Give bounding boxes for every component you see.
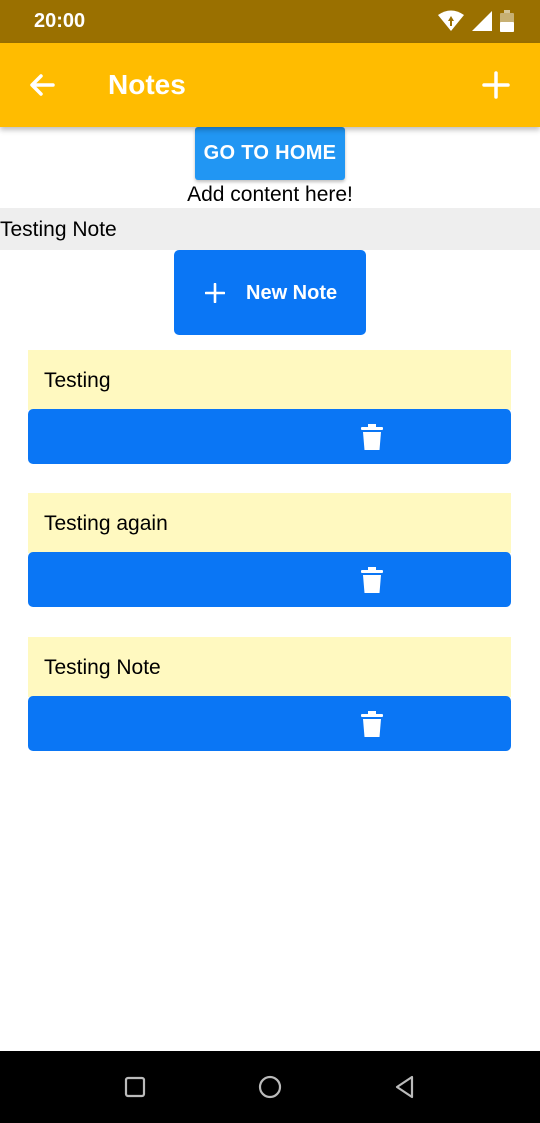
delete-note-button[interactable]: [28, 552, 511, 607]
note-body[interactable]: Testing again: [28, 493, 511, 553]
note-text: Testing: [44, 369, 111, 392]
note-text: Testing Note: [44, 656, 161, 679]
arrow-back-icon[interactable]: [26, 69, 58, 101]
delete-note-button[interactable]: [28, 409, 511, 464]
trash-icon: [361, 711, 383, 737]
wifi-icon: [438, 10, 464, 31]
status-time: 20:00: [34, 10, 86, 32]
trash-icon: [361, 567, 383, 593]
delete-note-button[interactable]: [28, 696, 511, 751]
trash-icon: [361, 424, 383, 450]
plus-icon: [205, 283, 225, 303]
home-icon[interactable]: [256, 1073, 284, 1101]
new-note-button[interactable]: New Note: [174, 250, 366, 335]
note-text: Testing again: [44, 512, 168, 535]
battery-icon: [500, 10, 514, 32]
back-icon[interactable]: [391, 1073, 419, 1101]
add-icon[interactable]: [480, 69, 512, 101]
go-to-home-button[interactable]: GO TO HOME: [195, 127, 345, 180]
content-hint: Add content here!: [187, 183, 353, 206]
note-body[interactable]: Testing Note: [28, 637, 511, 697]
note-card[interactable]: Testing: [28, 350, 511, 464]
recent-apps-icon[interactable]: [121, 1073, 149, 1101]
page-title: Notes: [108, 69, 186, 100]
note-banner-text: Testing Note: [0, 218, 117, 241]
note-card[interactable]: Testing again: [28, 493, 511, 607]
note-banner: Testing Note: [0, 208, 540, 250]
system-nav-bar: [0, 1051, 540, 1123]
app-bar: Notes: [0, 43, 540, 127]
signal-icon: [472, 11, 492, 31]
note-body[interactable]: Testing: [28, 350, 511, 410]
note-card[interactable]: Testing Note: [28, 637, 511, 751]
status-icons: [438, 10, 514, 32]
status-bar: 20:00: [0, 0, 540, 43]
new-note-label: New Note: [246, 282, 338, 304]
